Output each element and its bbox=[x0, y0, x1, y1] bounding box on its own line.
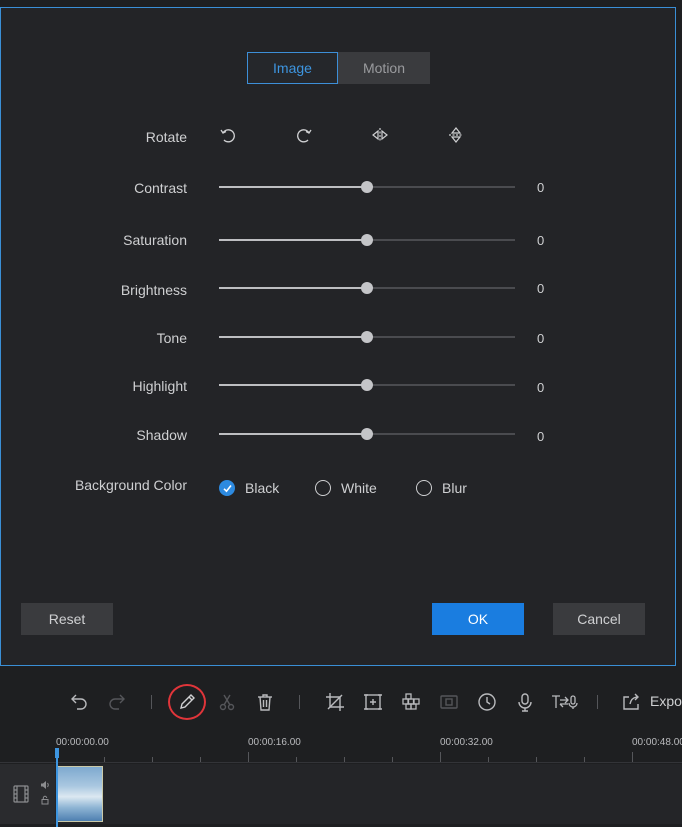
highlight-value: 0 bbox=[537, 380, 545, 395]
export-button[interactable]: Expor bbox=[650, 693, 682, 709]
radio-blur-label: Blur bbox=[442, 480, 467, 496]
tab-image[interactable]: Image bbox=[247, 52, 338, 84]
toolbar-divider bbox=[597, 695, 598, 709]
saturation-slider[interactable] bbox=[219, 233, 515, 247]
tab-motion[interactable]: Motion bbox=[338, 52, 430, 84]
radio-circle bbox=[315, 480, 331, 496]
crop-icon[interactable] bbox=[324, 691, 346, 713]
film-icon bbox=[13, 785, 29, 803]
rotate-label: Rotate bbox=[145, 129, 187, 145]
highlight-slider[interactable] bbox=[219, 378, 515, 392]
video-clip[interactable] bbox=[57, 766, 103, 822]
tone-slider[interactable] bbox=[219, 330, 515, 344]
slider-handle[interactable] bbox=[361, 331, 373, 343]
slider-handle[interactable] bbox=[361, 181, 373, 193]
freeze-frame-icon[interactable] bbox=[438, 691, 460, 713]
editor-toolbar: Expor bbox=[0, 672, 682, 730]
saturation-value: 0 bbox=[537, 233, 545, 248]
timestamp-label: 00:00:16.00 bbox=[248, 737, 301, 748]
timestamp-label: 00:00:48.00 bbox=[632, 737, 682, 748]
undo-icon[interactable] bbox=[68, 691, 90, 713]
ruler-tick bbox=[248, 752, 249, 762]
speaker-icon[interactable] bbox=[40, 780, 50, 790]
radio-circle bbox=[416, 480, 432, 496]
redo-icon[interactable] bbox=[106, 691, 128, 713]
ok-button[interactable]: OK bbox=[432, 603, 524, 635]
track-header bbox=[0, 764, 55, 824]
radio-black[interactable]: Black bbox=[219, 479, 279, 497]
contrast-slider[interactable] bbox=[219, 180, 515, 194]
slider-handle[interactable] bbox=[361, 282, 373, 294]
contrast-value: 0 bbox=[537, 180, 545, 195]
playhead-handle[interactable] bbox=[55, 748, 59, 758]
text-to-speech-icon[interactable] bbox=[550, 691, 580, 713]
duration-icon[interactable] bbox=[476, 691, 498, 713]
mosaic-icon[interactable] bbox=[400, 691, 422, 713]
ruler-tick bbox=[584, 757, 585, 762]
highlight-label: Highlight bbox=[132, 378, 187, 394]
rotate-right-icon[interactable] bbox=[294, 125, 314, 145]
edit-dialog: Image Motion Rotate Contrast 0 Saturatio… bbox=[0, 7, 676, 666]
ruler-tick bbox=[296, 757, 297, 762]
contrast-label: Contrast bbox=[134, 180, 187, 196]
ruler-tick bbox=[104, 757, 105, 762]
brightness-label: Brightness bbox=[120, 282, 187, 298]
ruler-tick bbox=[344, 757, 345, 762]
shadow-label: Shadow bbox=[136, 427, 187, 443]
playhead[interactable] bbox=[56, 748, 58, 827]
brightness-value: 0 bbox=[537, 281, 545, 296]
timeline-ruler[interactable]: 00:00:00.00 00:00:16.00 00:00:32.00 00:0… bbox=[0, 730, 682, 763]
shadow-value: 0 bbox=[537, 429, 545, 444]
rotate-left-icon[interactable] bbox=[218, 125, 238, 145]
shadow-slider[interactable] bbox=[219, 427, 515, 441]
timestamp-label: 00:00:32.00 bbox=[440, 737, 493, 748]
background-color-label: Background Color bbox=[74, 477, 187, 493]
flip-horizontal-icon[interactable] bbox=[370, 125, 390, 145]
cancel-button[interactable]: Cancel bbox=[553, 603, 645, 635]
radio-black-label: Black bbox=[245, 480, 280, 496]
tone-value: 0 bbox=[537, 331, 545, 346]
ruler-tick bbox=[440, 752, 441, 762]
video-track bbox=[0, 764, 682, 824]
resize-icon[interactable] bbox=[362, 691, 384, 713]
slider-handle[interactable] bbox=[361, 428, 373, 440]
timestamp-label: 00:00:00.00 bbox=[56, 737, 109, 748]
tone-label: Tone bbox=[156, 330, 187, 346]
toolbar-divider bbox=[151, 695, 152, 709]
ruler-tick bbox=[488, 757, 489, 762]
slider-handle[interactable] bbox=[361, 234, 373, 246]
radio-blur[interactable]: Blur bbox=[416, 479, 467, 497]
ruler-tick bbox=[392, 757, 393, 762]
saturation-label: Saturation bbox=[123, 232, 187, 248]
ruler-tick bbox=[152, 757, 153, 762]
slider-handle[interactable] bbox=[361, 379, 373, 391]
voiceover-icon[interactable] bbox=[514, 691, 536, 713]
cut-icon[interactable] bbox=[216, 691, 238, 713]
timeline: 00:00:00.00 00:00:16.00 00:00:32.00 00:0… bbox=[0, 730, 682, 827]
edit-icon[interactable] bbox=[176, 691, 198, 713]
radio-white[interactable]: White bbox=[315, 479, 377, 497]
tab-bar: Image Motion bbox=[247, 52, 430, 84]
export-icon[interactable] bbox=[620, 691, 642, 713]
ruler-tick bbox=[536, 757, 537, 762]
checkmark-icon bbox=[219, 480, 235, 496]
toolbar-divider bbox=[299, 695, 300, 709]
radio-white-label: White bbox=[341, 480, 377, 496]
lock-icon[interactable] bbox=[40, 795, 50, 805]
delete-icon[interactable] bbox=[254, 691, 276, 713]
reset-button[interactable]: Reset bbox=[21, 603, 113, 635]
ruler-tick bbox=[200, 757, 201, 762]
ruler-tick bbox=[632, 752, 633, 762]
brightness-slider[interactable] bbox=[219, 281, 515, 295]
flip-vertical-icon[interactable] bbox=[446, 125, 466, 145]
